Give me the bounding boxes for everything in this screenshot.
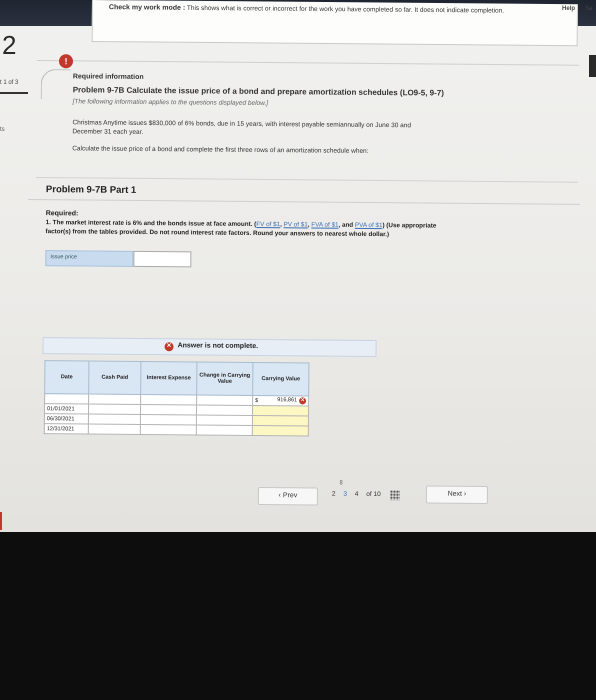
error-icon: ✕ [164, 342, 174, 352]
change-carrying-cell[interactable] [196, 404, 253, 416]
page-total: of 10 [366, 490, 381, 499]
problem-text-line3: Calculate the issue price of a bond and … [72, 145, 369, 155]
part-panel: Problem 9-7B Part 1 Required: 1. The mar… [26, 182, 580, 436]
amortization-table: Date Cash Paid Interest Expense Change i… [44, 360, 310, 436]
interest-expense-cell[interactable] [140, 404, 197, 415]
chevron-right-icon: › [463, 490, 467, 498]
page-4[interactable]: 4 [355, 491, 359, 498]
next-label: Next [447, 490, 463, 498]
page-numbers: 2 3 4 of 10 [332, 491, 387, 498]
check-mode-text: This shows what is correct or incorrect … [186, 4, 505, 15]
date-cell: 06/30/2021 [44, 413, 89, 425]
prev-label: Prev [282, 492, 298, 500]
part-divider [27, 198, 580, 205]
answer-status-text: Answer is not complete. [177, 342, 259, 351]
instruction-end: ) (Use appropriate [382, 222, 437, 230]
cash-paid-cell[interactable] [88, 404, 141, 415]
instruction-start: 1. The market interest rate is 6% and th… [45, 219, 257, 228]
question-number: 2 [2, 30, 17, 60]
fv-of-1-link[interactable]: FV of $1 [256, 221, 280, 228]
header-change-carrying: Change in Carrying Value [196, 361, 253, 396]
chevron-left-icon: ‹ [278, 492, 281, 500]
header-date: Date [44, 360, 89, 395]
incorrect-icon: ✕ [299, 397, 307, 405]
help-link[interactable]: Help [562, 6, 575, 12]
required-label: Required: [45, 210, 79, 218]
right-edge-marker [589, 55, 596, 77]
panel-arc [40, 69, 71, 100]
save-link[interactable]: Sa [585, 6, 592, 12]
cash-paid-cell[interactable] [88, 394, 141, 405]
check-my-work-banner: Check my work mode : This shows what is … [91, 0, 578, 47]
table-header-row: Date Cash Paid Interest Expense Change i… [44, 360, 309, 396]
date-cell [44, 393, 89, 405]
carrying-value-cell[interactable]: $ 916,861 ✕ [252, 395, 309, 406]
alert-icon: ! [58, 54, 74, 69]
problem-text-line2: December 31 each year. [72, 128, 144, 136]
date-cell: 01/01/2021 [44, 403, 89, 415]
page-2[interactable]: 2 [332, 491, 336, 498]
instruction-and: and [341, 221, 354, 229]
cash-paid-cell[interactable] [88, 414, 141, 425]
interest-expense-cell[interactable] [140, 424, 197, 435]
header-cash-paid: Cash Paid [88, 361, 141, 395]
table-row: 12/31/2021 [44, 423, 309, 436]
interest-expense-cell[interactable] [140, 394, 197, 405]
part-underline [0, 92, 28, 94]
link-icon[interactable]: ∞ [337, 480, 344, 485]
info-note: [The following information applies to th… [72, 98, 269, 108]
carrying-value-cell[interactable] [252, 415, 309, 426]
change-carrying-cell[interactable] [196, 414, 253, 426]
issue-price-input[interactable] [133, 250, 192, 268]
answer-status-bar: ✕ Answer is not complete. [42, 337, 377, 358]
header-carrying-value: Carrying Value [252, 362, 309, 396]
part-title: Problem 9-7B Part 1 [45, 184, 137, 196]
required-info-heading: Required information [72, 73, 144, 81]
left-edge-marker [0, 512, 2, 530]
page-3[interactable]: 3 [343, 491, 347, 498]
prev-button[interactable]: ‹ Prev [257, 487, 318, 506]
instruction-line2: factor(s) from the tables provided. Do n… [45, 228, 390, 239]
fva-of-1-link[interactable]: FVA of $1 [311, 221, 338, 228]
carrying-value-cell[interactable] [252, 425, 309, 436]
currency-symbol: $ [255, 397, 259, 404]
issue-price-label: Issue price [45, 250, 134, 267]
required-information-panel: ! Required information Problem 9-7B Calc… [35, 54, 579, 183]
pva-of-1-link[interactable]: PVA of $1 [355, 222, 383, 229]
browser-viewport: Check my work mode : This shows what is … [0, 0, 596, 532]
change-carrying-cell[interactable] [196, 424, 253, 436]
carrying-value-cell[interactable] [252, 405, 309, 416]
points-label: ts [0, 127, 5, 133]
header-interest-expense: Interest Expense [140, 361, 197, 395]
next-button[interactable]: Next › [425, 485, 489, 505]
problem-title: Problem 9-7B Calculate the issue price o… [72, 85, 444, 98]
check-mode-label: Check my work mode : [108, 4, 186, 12]
carrying-value-amount: 916,861 [277, 397, 298, 404]
grid-icon[interactable] [389, 490, 400, 501]
date-cell: 12/31/2021 [44, 423, 89, 435]
pv-of-1-link[interactable]: PV of $1 [284, 221, 308, 228]
part-count: t 1 of 3 [0, 80, 19, 86]
pagination-bar: ‹ Prev ∞ 2 3 4 of 10 Next › [257, 480, 588, 516]
interest-expense-cell[interactable] [140, 414, 197, 425]
change-carrying-cell[interactable] [196, 394, 253, 406]
cash-paid-cell[interactable] [88, 424, 141, 435]
